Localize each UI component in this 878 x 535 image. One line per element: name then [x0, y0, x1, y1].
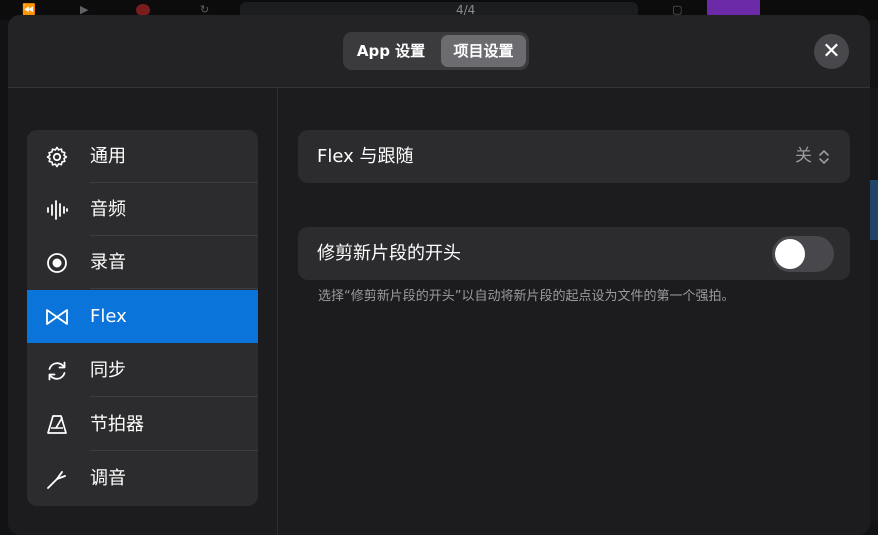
- tab-project-settings[interactable]: 项目设置: [441, 35, 526, 67]
- separator: [90, 288, 258, 289]
- sidebar-item-general[interactable]: 通用: [27, 130, 258, 183]
- flex-icon: [46, 309, 68, 325]
- sidebar-item-label: Flex: [90, 306, 127, 327]
- settings-sidebar: 通用 音频 录音 Flex 同步 节拍器 调音: [27, 130, 258, 506]
- sidebar-item-label: 调音: [90, 468, 126, 489]
- sidebar-item-audio[interactable]: 音频: [27, 183, 258, 236]
- sheet-header: App 设置 项目设置 ✕: [8, 15, 870, 88]
- record-icon: [47, 253, 67, 273]
- pane-divider: [277, 88, 278, 535]
- chevron-up-down-icon: [819, 150, 829, 164]
- trim-start-hint: 选择“修剪新片段的开头”以自动将新片段的起点设为文件的第一个强拍。: [318, 289, 735, 304]
- sidebar-item-tuning[interactable]: 调音: [27, 452, 258, 505]
- close-icon: ✕: [822, 39, 841, 64]
- flex-follow-row[interactable]: Flex 与跟随 关: [298, 130, 850, 183]
- settings-segmented-control: App 设置 项目设置: [343, 32, 529, 70]
- sidebar-item-label: 通用: [90, 146, 126, 167]
- sidebar-item-recording[interactable]: 录音: [27, 236, 258, 289]
- separator: [90, 450, 258, 451]
- trim-start-row: 修剪新片段的开头: [298, 227, 850, 280]
- sidebar-item-metronome[interactable]: 节拍器: [27, 398, 258, 451]
- sidebar-item-label: 录音: [90, 252, 126, 273]
- tuning-icon: [47, 471, 66, 489]
- sidebar-item-label: 同步: [90, 360, 126, 381]
- sidebar-item-sync[interactable]: 同步: [27, 344, 258, 397]
- close-button[interactable]: ✕: [814, 34, 849, 69]
- flex-follow-label: Flex 与跟随: [317, 146, 414, 167]
- sync-icon: [48, 361, 66, 381]
- gear-icon: [46, 146, 68, 168]
- separator: [90, 396, 258, 397]
- sidebar-item-label: 节拍器: [90, 414, 144, 435]
- metronome-icon: [47, 415, 67, 434]
- waveform-icon: [47, 200, 68, 220]
- trim-start-toggle[interactable]: [772, 236, 834, 272]
- trim-start-label: 修剪新片段的开头: [317, 243, 461, 264]
- sidebar-item-label: 音频: [90, 199, 126, 220]
- settings-sheet: App 设置 项目设置 ✕ 通用 音频 录音 Flex 同步 节拍器 调音 Fl…: [8, 15, 870, 535]
- tab-app-settings[interactable]: App 设置: [347, 35, 435, 67]
- flex-follow-value: 关: [795, 146, 812, 166]
- background-track-region: [870, 180, 878, 240]
- toggle-knob: [775, 239, 805, 269]
- sidebar-item-flex[interactable]: Flex: [27, 290, 258, 343]
